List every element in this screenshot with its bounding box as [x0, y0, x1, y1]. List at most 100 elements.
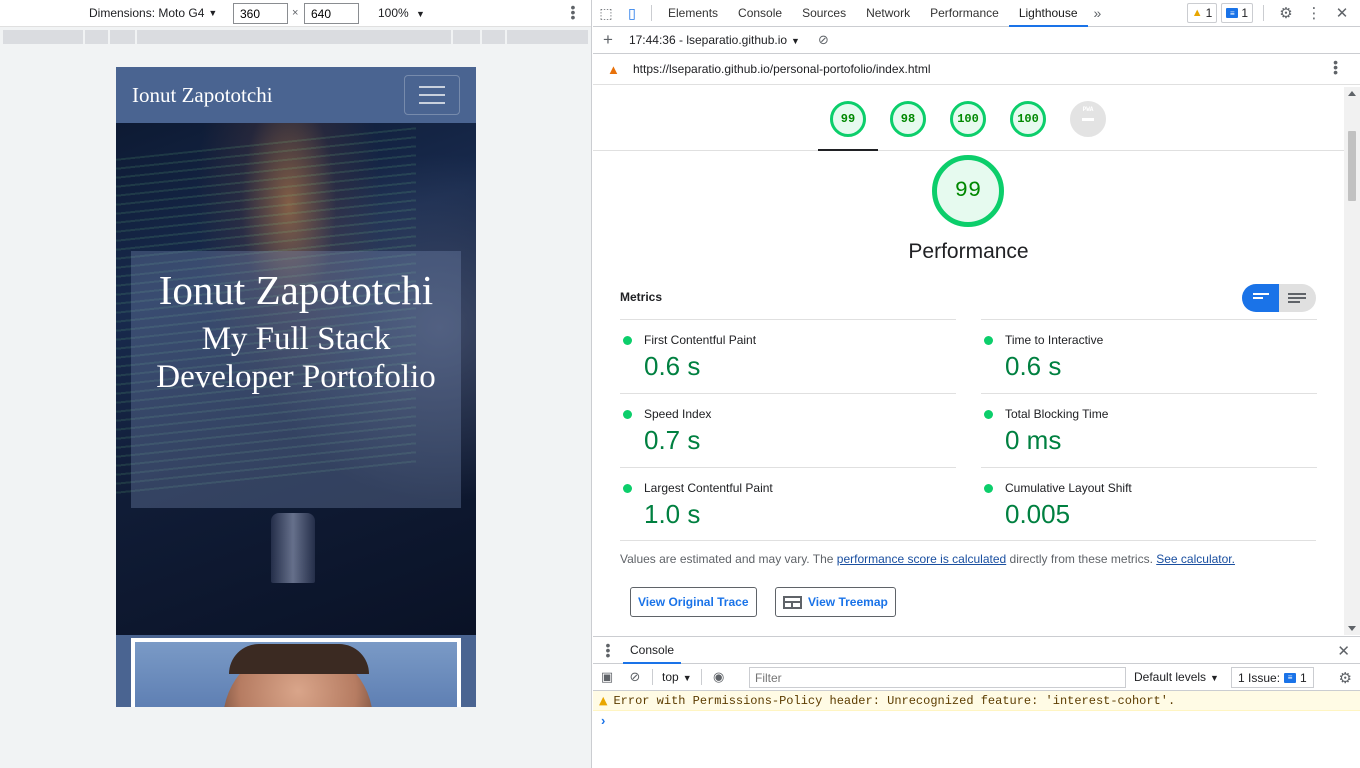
- report-select[interactable]: 17:44:36 - lseparatio.github.io ▼: [629, 33, 800, 47]
- device-width-input[interactable]: [233, 3, 288, 24]
- scroll-up-icon[interactable]: [1348, 91, 1356, 96]
- report-url[interactable]: https://lseparatio.github.io/personal-po…: [633, 62, 931, 76]
- chevron-down-icon: ▼: [791, 36, 800, 46]
- person-hair-image: [229, 644, 369, 674]
- zoom-select[interactable]: 100% ▼: [378, 6, 425, 20]
- log-levels-select[interactable]: Default levels ▼: [1134, 670, 1219, 684]
- metric-label: Time to Interactive: [1005, 333, 1104, 347]
- warnings-count: 1: [1205, 6, 1213, 20]
- lock-icon: ▲: [607, 61, 620, 77]
- console-filter-input[interactable]: [749, 667, 1126, 688]
- media-query-ruler[interactable]: [3, 30, 590, 44]
- metrics-view-toggle[interactable]: [1242, 284, 1316, 312]
- pass-icon: [623, 410, 632, 419]
- more-options-icon[interactable]: • • •: [568, 0, 578, 24]
- metric-value: 0 ms: [1005, 425, 1062, 455]
- metric-largest-contentful-paint: Largest Contentful Paint 1.0 s: [620, 467, 956, 541]
- messages-badge[interactable]: ≡ 1: [1221, 3, 1253, 23]
- device-toolbar-toggle-icon[interactable]: ▯: [619, 0, 645, 27]
- console-prompt[interactable]: ›: [593, 711, 1360, 731]
- best-practices-score-gauge[interactable]: 100: [950, 101, 986, 137]
- drawer-tabbar: • • • Console ✕: [593, 637, 1360, 664]
- screen: Dimensions: Moto G4 ▼ × 100% ▼ ••• Ionut…: [0, 0, 1360, 768]
- hamburger-menu-icon[interactable]: [404, 75, 460, 115]
- device-height-input[interactable]: [304, 3, 359, 24]
- metrics-heading: Metrics: [620, 290, 663, 304]
- sidebar-toggle-icon[interactable]: ▣: [593, 669, 621, 685]
- pwa-badge-gauge[interactable]: PWA: [1070, 101, 1106, 137]
- hero-subtitle: My Full Stack Developer Portofolio: [156, 321, 436, 395]
- more-tabs-icon[interactable]: »: [1088, 5, 1108, 21]
- metric-value: 1.0 s: [644, 499, 701, 529]
- context-value: top: [662, 670, 679, 684]
- divider: [651, 5, 652, 21]
- console-drawer: ••• Console ✕ ▣ ⊘ top▼ ◉ Default levels▼…: [593, 636, 1360, 768]
- settings-gear-icon[interactable]: ⚙: [1339, 669, 1352, 687]
- can-image: [271, 513, 315, 583]
- tab-console-drawer[interactable]: Console: [623, 637, 682, 664]
- performance-score-gauge[interactable]: 99: [830, 101, 866, 137]
- levels-value: Default levels: [1134, 670, 1207, 684]
- warning-icon: ▲: [1191, 7, 1203, 19]
- compact-view-icon[interactable]: [1242, 284, 1279, 312]
- times-separator: ×: [292, 7, 299, 19]
- tab-performance[interactable]: Performance: [920, 0, 1009, 27]
- tab-elements[interactable]: Elements: [658, 0, 728, 27]
- view-treemap-button[interactable]: View Treemap: [775, 587, 896, 617]
- message-icon: ≡: [1226, 8, 1239, 18]
- more-options-icon[interactable]: • • •: [1333, 55, 1338, 79]
- note-text-middle: directly from these metrics.: [1006, 552, 1157, 566]
- tab-network[interactable]: Network: [856, 0, 920, 27]
- more-options-icon[interactable]: ⋮: [1302, 4, 1326, 22]
- tab-console[interactable]: Console: [728, 0, 792, 27]
- pass-icon: [623, 336, 632, 345]
- drawer-menu-icon[interactable]: • • •: [593, 638, 623, 662]
- clear-console-icon[interactable]: ⊘: [621, 669, 649, 685]
- context-select[interactable]: top ▼: [656, 670, 698, 684]
- metric-value: 0.005: [1005, 499, 1071, 529]
- new-report-icon[interactable]: +: [603, 30, 613, 50]
- see-calculator-link[interactable]: See calculator.: [1156, 552, 1235, 566]
- scrollbar-thumb[interactable]: [1348, 131, 1356, 201]
- divider: [700, 669, 702, 685]
- chevron-down-icon: ▼: [1210, 673, 1219, 683]
- tab-sources[interactable]: Sources: [792, 0, 856, 27]
- category-title: Performance: [908, 240, 1029, 263]
- pass-icon: [984, 410, 993, 419]
- message-icon: ≡: [1284, 672, 1297, 683]
- metrics-note: Values are estimated and may vary. The p…: [620, 552, 1235, 566]
- score-calculated-link[interactable]: performance score is calculated: [837, 552, 1006, 566]
- tab-lighthouse[interactable]: Lighthouse: [1008, 0, 1088, 27]
- metric-label: Cumulative Layout Shift: [1005, 481, 1132, 495]
- console-warning-message[interactable]: ▲ Error with Permissions-Policy header: …: [593, 691, 1360, 711]
- clear-reports-icon[interactable]: ⊘: [818, 32, 829, 48]
- issues-button[interactable]: 1 Issue: ≡ 1: [1231, 667, 1314, 688]
- scroll-down-icon[interactable]: [1348, 626, 1356, 631]
- device-toolbar: Dimensions: Moto G4 ▼ × 100% ▼ •••: [0, 0, 591, 27]
- settings-gear-icon[interactable]: ⚙: [1274, 4, 1298, 22]
- inspect-element-icon[interactable]: ⬚: [593, 0, 619, 27]
- close-icon[interactable]: ✕: [1337, 642, 1350, 660]
- metric-label: First Contentful Paint: [644, 333, 757, 347]
- chevron-down-icon[interactable]: ▼: [208, 8, 217, 18]
- report-scrollbar[interactable]: [1344, 87, 1360, 635]
- warning-icon: ▲: [599, 694, 608, 707]
- messages-count: 1: [1241, 6, 1248, 20]
- warnings-badge[interactable]: ▲ 1: [1186, 3, 1218, 23]
- lighthouse-report: 99 98 100 100 PWA 99 Performance Metrics: [593, 87, 1344, 635]
- devtools-panel: ⬚ ▯ Elements Console Sources Network Per…: [593, 0, 1360, 768]
- seo-score-gauge[interactable]: 100: [1010, 101, 1046, 137]
- metric-value: 0.6 s: [644, 351, 701, 381]
- chevron-down-icon: ▼: [682, 673, 692, 683]
- metric-value: 0.6 s: [1005, 351, 1062, 381]
- report-label: 17:44:36 - lseparatio.github.io: [628, 33, 788, 47]
- metric-cumulative-layout-shift: Cumulative Layout Shift 0.005: [981, 467, 1317, 541]
- accessibility-score-gauge[interactable]: 98: [890, 101, 926, 137]
- close-icon[interactable]: ✕: [1330, 4, 1354, 22]
- eye-icon[interactable]: ◉: [705, 669, 733, 685]
- site-brand[interactable]: Ionut Zapototchi: [132, 83, 273, 108]
- metric-label: Total Blocking Time: [1005, 407, 1109, 421]
- metric-first-contentful-paint: First Contentful Paint 0.6 s: [620, 319, 956, 393]
- device-dimensions-select[interactable]: Dimensions: Moto G4: [89, 6, 204, 20]
- view-original-trace-button[interactable]: View Original Trace: [630, 587, 757, 617]
